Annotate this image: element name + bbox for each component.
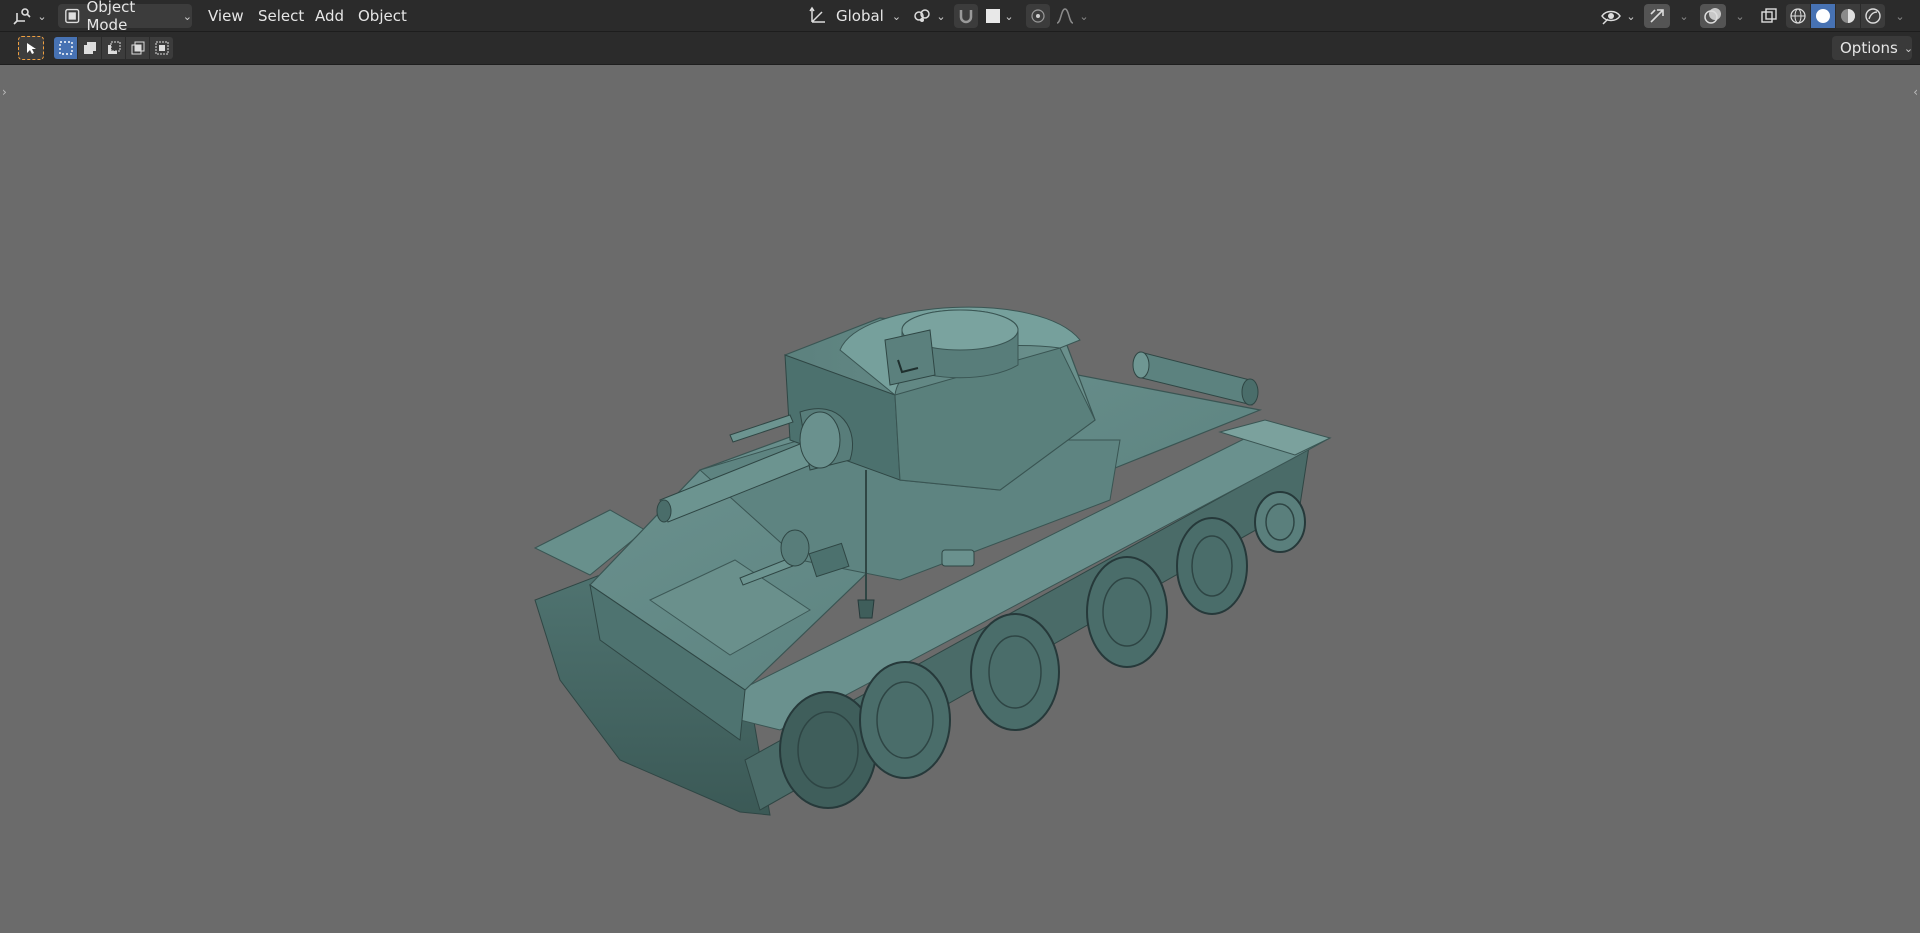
- menu-add[interactable]: Add: [307, 5, 352, 27]
- selection-mode-intersect[interactable]: [126, 37, 149, 59]
- transform-orientation-icon: [809, 6, 825, 23]
- solid-sphere-icon: [1816, 9, 1830, 23]
- material-preview-sphere-icon: [1841, 9, 1855, 23]
- select-box-tool-icon: [27, 43, 36, 54]
- options-label: Options: [1840, 39, 1898, 57]
- selection-new-icon: [58, 41, 73, 55]
- menu-view[interactable]: View: [200, 5, 252, 27]
- chevron-down-icon: ⌄: [891, 9, 902, 23]
- shading-dropdown[interactable]: ⌄: [1888, 4, 1908, 28]
- shading-solid-button[interactable]: [1811, 4, 1835, 28]
- selection-mode-extend[interactable]: [78, 37, 101, 59]
- selection-mode-set-new[interactable]: [54, 37, 77, 59]
- wireframe-sphere-icon: [1790, 8, 1806, 24]
- falloff-curve-icon: [1057, 8, 1074, 24]
- viewport-header: ⌄ Object Mode ⌄ View Select Add Object G…: [0, 0, 1920, 34]
- xray-toggle[interactable]: [1756, 4, 1782, 28]
- selection-subtract-icon: [107, 41, 120, 54]
- gizmo-toggle[interactable]: [1644, 4, 1670, 28]
- chevron-down-icon: ⌄: [1679, 9, 1689, 23]
- gizmo-dropdown[interactable]: ⌄: [1672, 4, 1692, 28]
- overlays-icon: [1704, 8, 1721, 24]
- chevron-down-icon: ⌄: [1735, 9, 1745, 23]
- toolbar-expand-arrow-icon[interactable]: ›: [2, 85, 7, 99]
- editor-type-3d-viewport-icon: [13, 8, 31, 25]
- gizmo-icon: [1650, 9, 1664, 23]
- chevron-down-icon: ⌄: [182, 9, 192, 23]
- editor-type-button[interactable]: ⌄: [10, 4, 50, 28]
- overlays-dropdown[interactable]: ⌄: [1728, 4, 1748, 28]
- snap-toggle[interactable]: [954, 4, 978, 28]
- chevron-down-icon: ⌄: [936, 9, 946, 23]
- overlays-toggle[interactable]: [1700, 4, 1726, 28]
- falloff-dropdown[interactable]: ⌄: [1052, 4, 1092, 28]
- transform-orientation-dropdown[interactable]: Global ⌄: [804, 4, 904, 28]
- proportional-editing-toggle[interactable]: [1026, 4, 1050, 28]
- chevron-down-icon: ⌄: [1004, 9, 1014, 23]
- chevron-down-icon: ⌄: [1079, 9, 1089, 23]
- tool-settings-bar: Options ⌄: [0, 32, 1920, 65]
- snap-target-icon: [986, 9, 1001, 23]
- pivot-point-icon: [914, 9, 931, 22]
- eye-visibility-icon: [1601, 10, 1622, 25]
- selection-mode-invert[interactable]: [150, 37, 173, 59]
- object-mode-icon: [65, 8, 80, 24]
- transform-orientation-label: Global: [836, 7, 884, 25]
- shading-wireframe-button[interactable]: [1786, 4, 1810, 28]
- selection-intersect-icon: [131, 41, 144, 55]
- menu-select[interactable]: Select: [250, 5, 312, 27]
- sidebar-expand-arrow-icon[interactable]: ‹: [1913, 85, 1918, 99]
- chevron-down-icon: ⌄: [1626, 9, 1636, 23]
- tank-3d-model[interactable]: [520, 295, 1340, 905]
- selection-invert-icon: [155, 41, 168, 55]
- pivot-point-dropdown[interactable]: ⌄: [912, 4, 946, 28]
- visibility-dropdown[interactable]: ⌄: [1598, 4, 1638, 28]
- proportional-editing-icon: [1031, 9, 1045, 23]
- chevron-down-icon: ⌄: [1903, 41, 1914, 55]
- select-box-tool-button[interactable]: [18, 36, 44, 60]
- options-dropdown[interactable]: Options ⌄: [1832, 36, 1914, 60]
- shading-rendered-button[interactable]: [1861, 4, 1885, 28]
- chevron-down-icon: ⌄: [1895, 9, 1905, 23]
- rendered-sphere-icon: [1865, 8, 1881, 24]
- snap-target-dropdown[interactable]: ⌄: [980, 4, 1020, 28]
- selection-mode-subtract[interactable]: [102, 37, 125, 59]
- chevron-down-icon: ⌄: [37, 9, 47, 23]
- menu-object[interactable]: Object: [350, 5, 415, 27]
- shading-material-preview-button[interactable]: [1836, 4, 1860, 28]
- xray-toggle-icon: [1761, 8, 1777, 23]
- selection-extend-icon: [83, 42, 96, 54]
- snap-magnet-icon: [959, 10, 973, 24]
- mode-dropdown[interactable]: Object Mode ⌄: [58, 0, 192, 34]
- mode-label: Object Mode: [86, 0, 136, 34]
- 3d-viewport[interactable]: › ‹: [0, 65, 1920, 933]
